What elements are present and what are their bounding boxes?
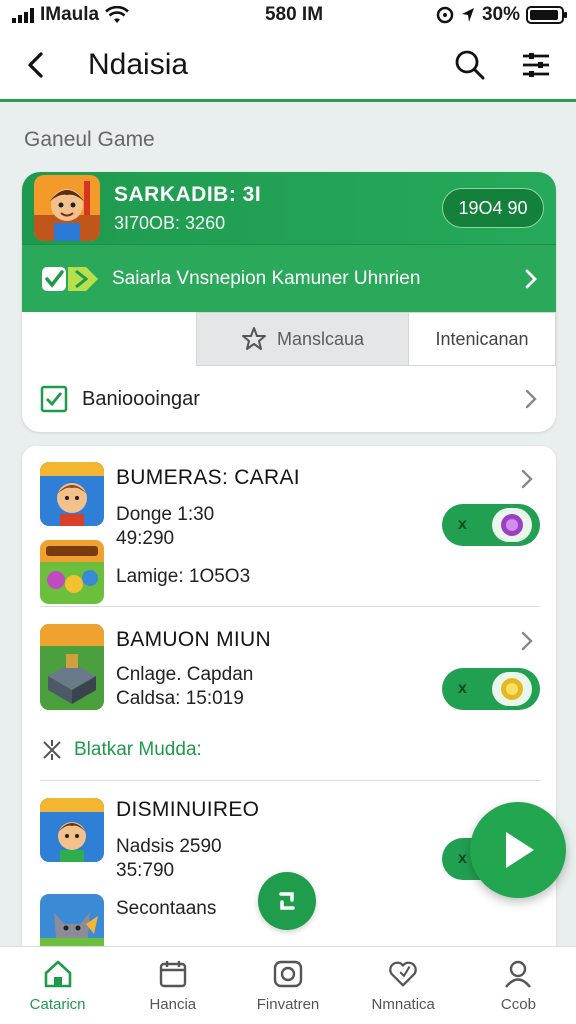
featured-banner[interactable]: Saiarla Vnsnepion Kamuner Uhnrien: [22, 244, 556, 312]
nav-label: Hancia: [149, 996, 197, 1013]
featured-game-header[interactable]: SARKADIB: 3I 3I70OB: 3260 19O4 90: [22, 172, 556, 244]
game-toggle[interactable]: x: [442, 504, 540, 546]
nav-label: Cataricn: [29, 996, 86, 1013]
sparkle-icon: [43, 740, 61, 760]
price-button[interactable]: 19O4 90: [442, 188, 544, 228]
profile-icon: [502, 958, 534, 990]
nav-item-cataricn[interactable]: Cataricn: [0, 947, 115, 1024]
toggle-symbol: x: [458, 680, 467, 697]
back-button[interactable]: [22, 51, 50, 79]
tab-label: Manslcaua: [276, 328, 365, 349]
toggle-symbol: x: [458, 516, 467, 533]
featured-game-card: SARKADIB: 3I 3I70OB: 3260 19O4 90 Saiarl…: [22, 172, 556, 432]
app-header: Ndaisia: [0, 30, 576, 102]
refresh-icon: [279, 892, 295, 910]
nav-item-ccob[interactable]: Ccob: [461, 947, 576, 1024]
game-name: DISMINUIREO: [116, 798, 260, 821]
featured-game-subtitle: 3I70OB: 3260: [114, 212, 226, 233]
star-icon: [241, 327, 266, 350]
refresh-button[interactable]: [258, 872, 316, 930]
game-name: BAMUON MIUN: [116, 628, 271, 651]
status-bar: IMaula 580 IM 30%: [0, 0, 576, 30]
game-thumbnail: [40, 624, 104, 710]
game-list-item[interactable]: BAMUON MIUN Cnlage. Capdan Caldsa: 15:01…: [40, 624, 540, 714]
filter-menu-button[interactable]: [518, 47, 554, 83]
nav-label: Nmnatica: [371, 996, 435, 1013]
chevron-left-icon: [28, 51, 43, 78]
alarm-icon: [436, 6, 454, 24]
tabs-row: Manslcaua Intenicanan: [22, 312, 556, 366]
search-icon: [455, 50, 485, 79]
game-thumbnail: [40, 798, 104, 862]
play-icon: [506, 832, 534, 868]
game-detail: 49:290: [116, 528, 175, 549]
chevron-right-icon: [525, 389, 537, 409]
nav-label: Finvatren: [256, 996, 320, 1013]
nav-item-hancia[interactable]: Hancia: [115, 947, 230, 1024]
game-thumbnail: [40, 462, 104, 526]
bookmark-row[interactable]: Banioooingar: [22, 366, 556, 432]
location-icon: [461, 8, 474, 22]
sub-section-heading: Blatkar Mudda:: [40, 738, 202, 762]
tab-label: Intenicanan: [435, 328, 529, 349]
bottom-nav: Cataricn Hancia Finvatren Nmnatica Ccob: [0, 946, 576, 1024]
banner-text: Saiarla Vnsnepion Kamuner Uhnrien: [112, 267, 421, 289]
bookmark-label: Banioooingar: [82, 387, 200, 410]
game-detail: Cnlage. Capdan: [116, 664, 254, 685]
chevron-right-icon: [521, 631, 533, 651]
tab-manslcaua[interactable]: Manslcaua: [196, 312, 408, 366]
wifi-icon: [105, 6, 130, 23]
battery-percent: 30%: [481, 4, 520, 25]
page-title: Ndaisia: [88, 47, 189, 81]
chevron-right-icon: [525, 269, 537, 288]
nav-label: Ccob: [500, 996, 536, 1013]
game-detail: Lamige: 1O5O3: [116, 566, 251, 587]
signal-icon: [12, 7, 34, 23]
home-icon: [42, 958, 74, 990]
camera-icon: [272, 958, 304, 990]
checkbox-icon[interactable]: [40, 385, 68, 413]
game-list-item[interactable]: BUMERAS: CARAI Donge 1:30 49:290 Lamige:…: [40, 462, 540, 612]
heart-icon: [387, 958, 419, 990]
game-thumbnail: [34, 175, 100, 241]
game-detail: Donge 1:30: [116, 504, 215, 525]
game-thumbnail: [40, 540, 104, 604]
search-button[interactable]: [452, 47, 488, 83]
battery-icon: [526, 6, 567, 24]
chevron-right-icon: [521, 469, 533, 489]
nav-item-nmnatica[interactable]: Nmnatica: [346, 947, 461, 1024]
tab-intenicanan[interactable]: Intenicanan: [408, 312, 556, 366]
section-title: Ganeul Game: [24, 128, 155, 151]
nav-item-finvatren[interactable]: Finvatren: [230, 947, 345, 1024]
carrier-label: IMaula: [40, 4, 100, 25]
filter-menu-icon: [523, 52, 549, 77]
play-button[interactable]: [470, 802, 566, 898]
divider: [40, 780, 540, 781]
game-detail: Secontaans: [116, 898, 217, 919]
calendar-icon: [157, 958, 189, 990]
game-name: BUMERAS: CARAI: [116, 466, 300, 489]
check-flag-icon: [40, 261, 100, 297]
divider: [40, 606, 540, 607]
featured-game-name: SARKADIB: 3I: [114, 182, 262, 206]
gold-coin-icon: [492, 672, 532, 706]
game-detail: Nadsis 2590: [116, 836, 222, 857]
purple-gem-icon: [492, 508, 532, 542]
game-detail: Caldsa: 15:019: [116, 688, 244, 709]
game-detail: 35:790: [116, 860, 175, 881]
clock: 580 IM: [264, 4, 324, 25]
sub-section-label: Blatkar Mudda:: [74, 739, 202, 760]
game-toggle[interactable]: x: [442, 668, 540, 710]
